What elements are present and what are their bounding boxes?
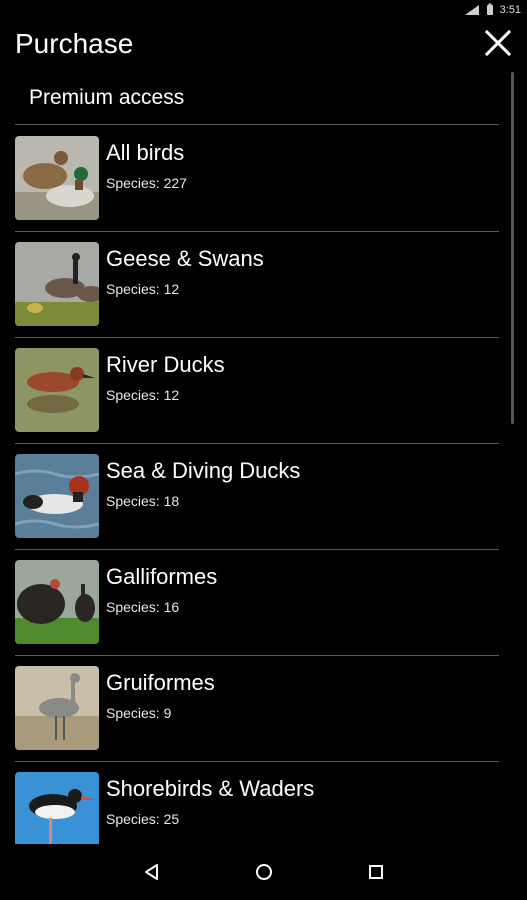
status-time: 3:51 xyxy=(499,3,521,16)
list-item-river-ducks[interactable]: River Ducks Species: 12 xyxy=(15,338,499,444)
list-item-sea-diving-ducks[interactable]: Sea & Diving Ducks Species: 18 xyxy=(15,444,499,550)
item-subtitle: Species: 18 xyxy=(106,493,180,509)
back-icon xyxy=(145,864,158,880)
list-item-shorebirds-waders[interactable]: Shorebirds & Waders Species: 25 xyxy=(15,762,499,844)
back-button[interactable] xyxy=(136,856,168,888)
item-subtitle: Species: 227 xyxy=(106,175,187,191)
list-item-geese-swans[interactable]: Geese & Swans Species: 12 xyxy=(15,232,499,338)
item-title: Sea & Diving Ducks xyxy=(106,458,301,483)
geese-swans-thumbnail xyxy=(15,242,99,326)
page-title: Purchase xyxy=(15,28,134,59)
river-ducks-thumbnail xyxy=(15,348,99,432)
close-button[interactable] xyxy=(479,24,517,62)
item-title: River Ducks xyxy=(106,352,225,377)
status-bar: 3:51 xyxy=(0,0,527,22)
all-birds-thumbnail xyxy=(15,136,99,220)
item-subtitle: Species: 16 xyxy=(106,599,180,615)
status-icons: 3:51 xyxy=(464,3,521,16)
item-title: Shorebirds & Waders xyxy=(106,776,315,801)
close-icon xyxy=(484,29,512,57)
item-title: Gruiformes xyxy=(106,670,215,695)
shorebirds-waders-thumbnail xyxy=(15,772,99,844)
list-item-gruiformes[interactable]: Gruiformes Species: 9 xyxy=(15,656,499,762)
sea-diving-ducks-thumbnail xyxy=(15,454,99,538)
item-title: Galliformes xyxy=(106,564,218,589)
section-title: Premium access xyxy=(29,86,185,109)
item-subtitle: Species: 25 xyxy=(106,811,180,827)
navigation-bar xyxy=(0,844,527,900)
purchase-list: All birds Species: 227 Geese & Swans Spe… xyxy=(0,126,527,844)
section-divider xyxy=(15,124,499,125)
item-subtitle: Species: 12 xyxy=(106,387,180,403)
list-item-galliformes[interactable]: Galliformes Species: 16 xyxy=(15,550,499,656)
home-icon xyxy=(256,864,272,880)
gruiformes-thumbnail xyxy=(15,666,99,750)
battery-icon xyxy=(486,3,494,16)
item-title: Geese & Swans xyxy=(106,246,264,271)
recents-button[interactable] xyxy=(360,856,392,888)
item-subtitle: Species: 12 xyxy=(106,281,180,297)
galliformes-thumbnail xyxy=(15,560,99,644)
item-subtitle: Species: 9 xyxy=(106,705,172,721)
item-title: All birds xyxy=(106,140,185,165)
app-header: Purchase xyxy=(0,22,527,70)
signal-icon xyxy=(464,4,480,16)
list-item-all-birds[interactable]: All birds Species: 227 xyxy=(15,126,499,232)
recents-icon xyxy=(369,865,383,879)
home-button[interactable] xyxy=(248,856,280,888)
